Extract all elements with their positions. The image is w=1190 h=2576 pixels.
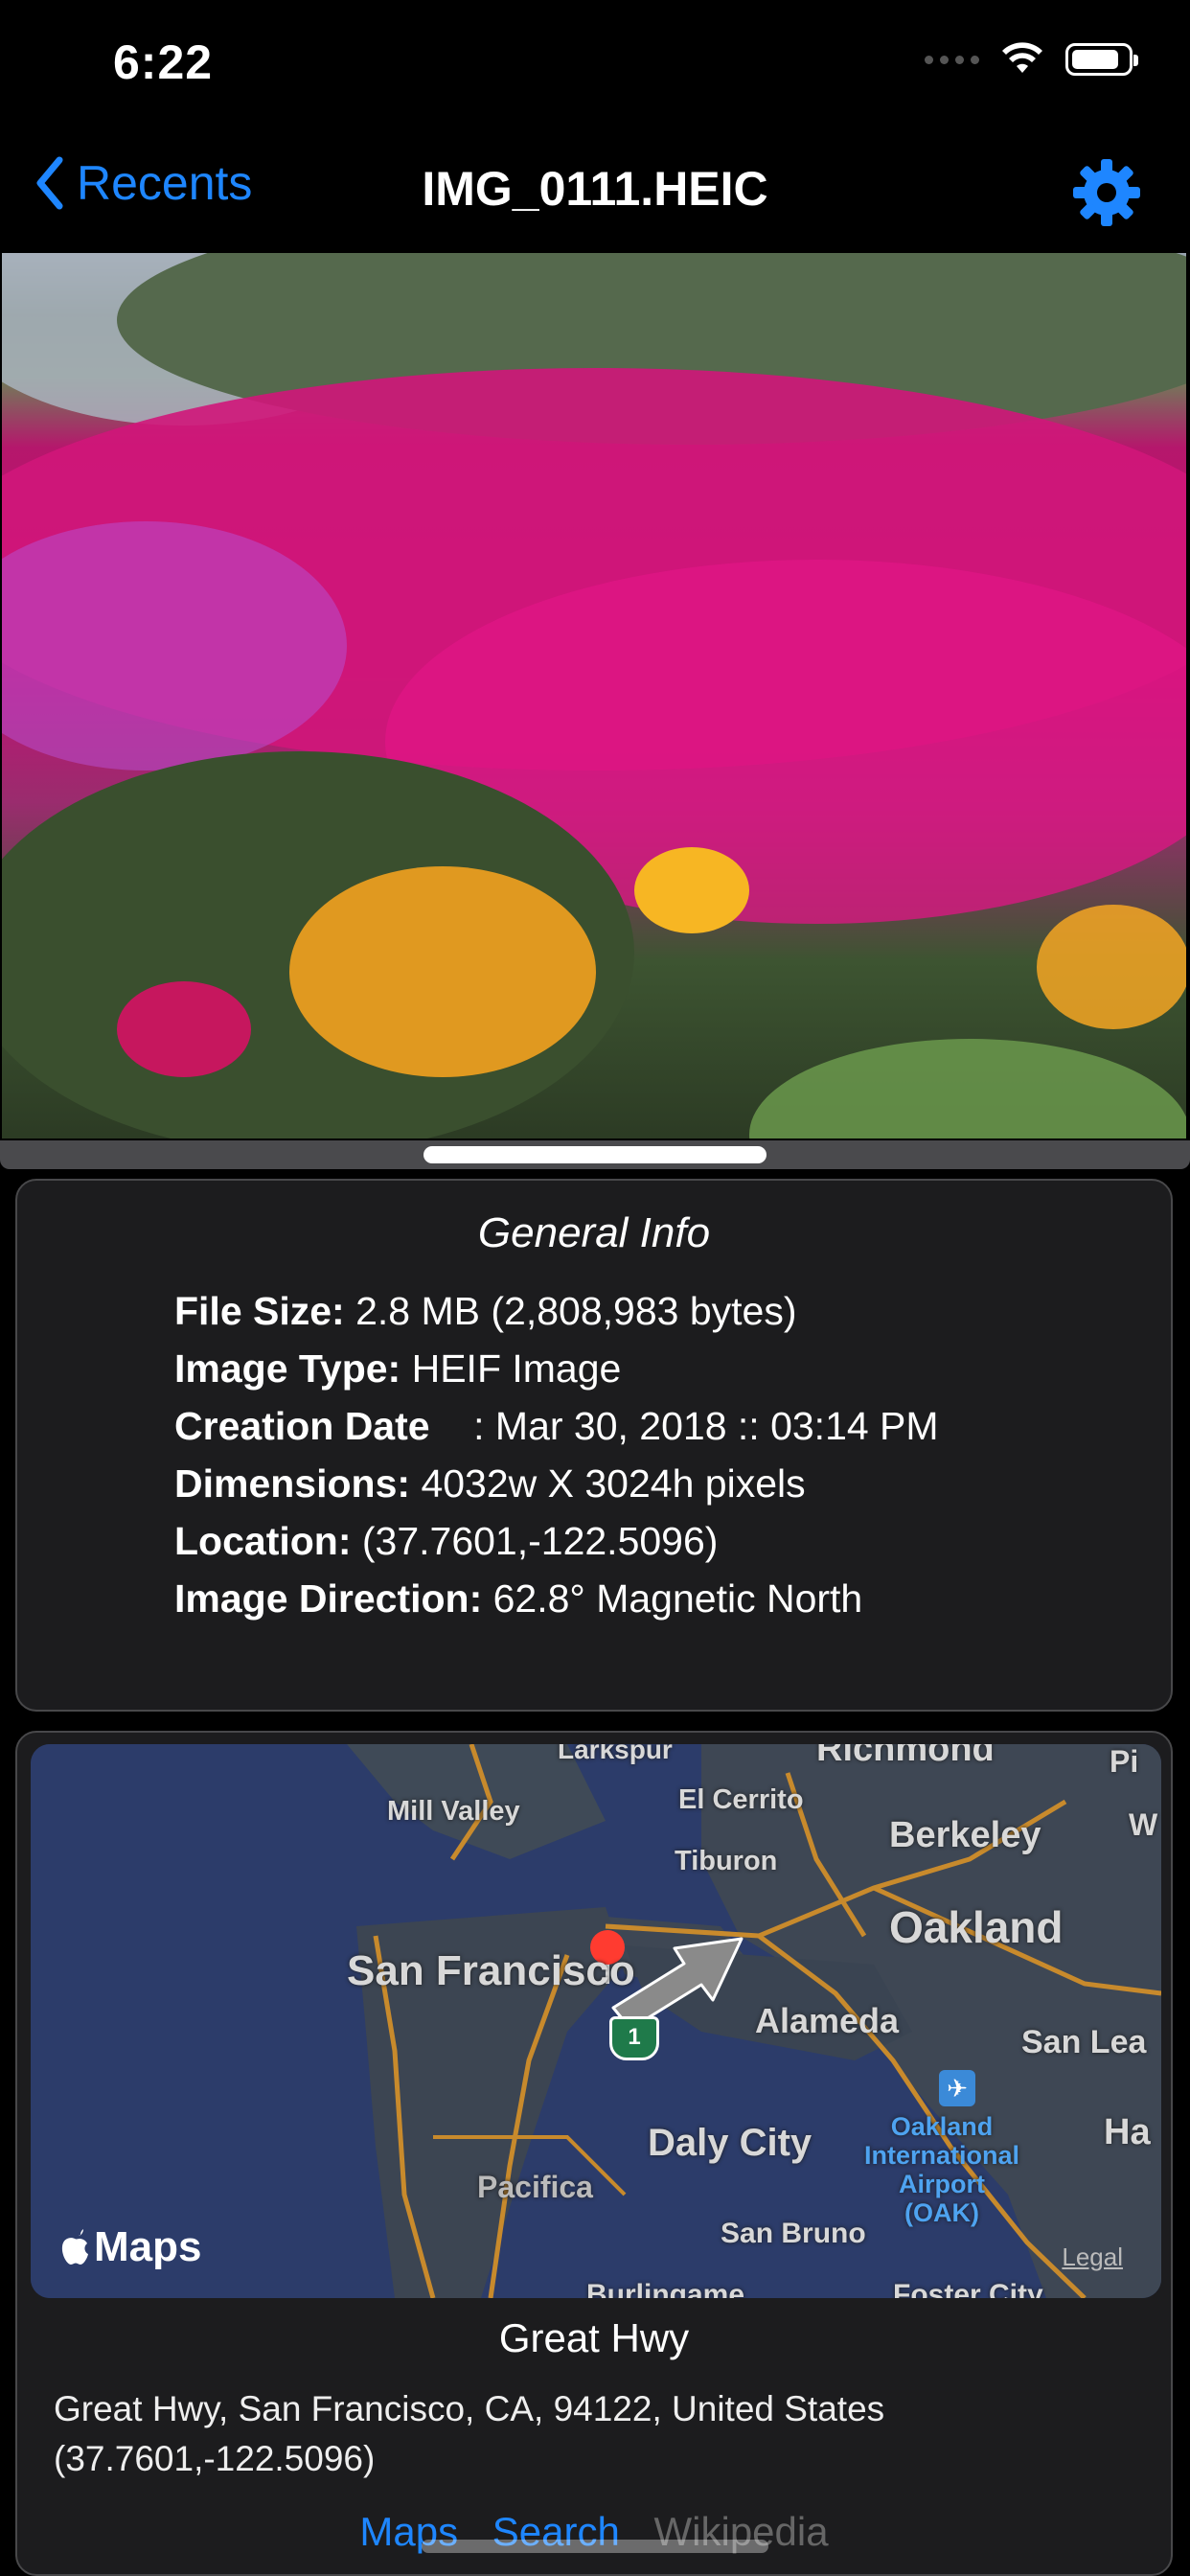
gear-icon[interactable]: [1071, 157, 1142, 228]
map-label-oakland: Oakland: [889, 1902, 1064, 1952]
map-label-ha: Ha: [1104, 2112, 1151, 2152]
map-label-daly-city: Daly City: [648, 2122, 812, 2164]
general-info-card: General Info File Size: 2.8 MB (2,808,98…: [15, 1179, 1173, 1712]
info-label: Dimensions:: [174, 1461, 411, 1506]
wifi-icon: [1002, 42, 1042, 73]
map-label-burlingame: Burlingame: [586, 2279, 745, 2298]
info-label: Image Direction:: [174, 1576, 483, 1621]
map-view[interactable]: 1 Larkspur Richmond Pi Mill Valley El Ce…: [31, 1744, 1161, 2298]
map-label-w: W: [1129, 1807, 1158, 1842]
location-card: 1 Larkspur Richmond Pi Mill Valley El Ce…: [15, 1731, 1173, 2576]
map-label-berkeley: Berkeley: [889, 1815, 1041, 1855]
info-row-dimensions: Dimensions: 4032w X 3024h pixels: [174, 1455, 939, 1512]
map-label-airport: Oakland International Airport (OAK): [864, 2112, 1020, 2227]
info-label: File Size:: [174, 1289, 345, 1333]
navigation-bar: Recents IMG_0111.HEIC: [0, 144, 1190, 240]
info-value: HEIF Image: [400, 1346, 622, 1391]
info-rows: File Size: 2.8 MB (2,808,983 bytes) Imag…: [174, 1282, 939, 1627]
drag-handle[interactable]: [423, 1146, 767, 1163]
info-value: (37.7601,-122.5096): [351, 1519, 719, 1563]
info-label: Image Type:: [174, 1346, 401, 1391]
cellular-signal-icon: [925, 55, 979, 64]
map-label-alameda: Alameda: [755, 2001, 900, 2040]
info-value: 4032w X 3024h pixels: [410, 1461, 806, 1506]
info-row-image-direction: Image Direction: 62.8° Magnetic North: [174, 1570, 939, 1627]
legal-link[interactable]: Legal: [1062, 2242, 1123, 2272]
info-row-image-type: Image Type: HEIF Image: [174, 1340, 939, 1397]
place-address-block: Great Hwy, San Francisco, CA, 94122, Uni…: [54, 2384, 1136, 2484]
map-label-mill-valley: Mill Valley: [387, 1796, 520, 1827]
flower-photo[interactable]: [2, 253, 1186, 1138]
place-address: Great Hwy, San Francisco, CA, 94122, Uni…: [54, 2389, 885, 2428]
battery-fill: [1072, 50, 1118, 69]
general-info-title: General Info: [477, 1209, 711, 1256]
status-bar: 6:22: [0, 0, 1190, 134]
status-icons: [925, 42, 1138, 77]
info-row-location: Location: (37.7601,-122.5096): [174, 1512, 939, 1570]
info-row-file-size: File Size: 2.8 MB (2,808,983 bytes): [174, 1282, 939, 1340]
map-label-san-bruno: San Bruno: [721, 2218, 866, 2249]
page-title: IMG_0111.HEIC: [422, 162, 768, 216]
battery-icon: [1065, 43, 1138, 76]
map-label-richmond: Richmond: [816, 1744, 995, 1769]
route-shield: 1: [609, 2016, 659, 2060]
info-label: Creation Date: [174, 1404, 430, 1448]
info-value: 2.8 MB (2,808,983 bytes): [344, 1289, 797, 1333]
map-label-foster-city: Foster City: [893, 2279, 1043, 2298]
map-label-san-leandro: San Lea: [1021, 2024, 1147, 2060]
map-label-larkspur: Larkspur: [558, 1744, 673, 1764]
map-label-p: Pi: [1110, 1744, 1139, 1779]
map-label-el-cerrito: El Cerrito: [678, 1784, 804, 1815]
info-value: : Mar 30, 2018 :: 03:14 PM: [429, 1404, 939, 1448]
place-coordinates: (37.7601,-122.5096): [54, 2439, 376, 2478]
map-label-tiburon: Tiburon: [675, 1846, 778, 1876]
maps-badge-label: Maps: [94, 2223, 202, 2270]
map-label-pacifica: Pacifica: [477, 2170, 593, 2204]
info-label: Location:: [174, 1519, 352, 1563]
apple-maps-badge: Maps: [59, 2223, 201, 2271]
status-time: 6:22: [113, 35, 214, 89]
info-row-creation-date: Creation Date : Mar 30, 2018 :: 03:14 PM: [174, 1397, 939, 1455]
map-label-san-francisco: San Francisco: [347, 1947, 635, 1994]
home-indicator: [422, 2540, 768, 2553]
place-name: Great Hwy: [498, 2315, 690, 2360]
apple-logo-icon: [61, 2229, 88, 2265]
airport-icon: ✈: [939, 2070, 975, 2106]
info-value: 62.8° Magnetic North: [482, 1576, 863, 1621]
